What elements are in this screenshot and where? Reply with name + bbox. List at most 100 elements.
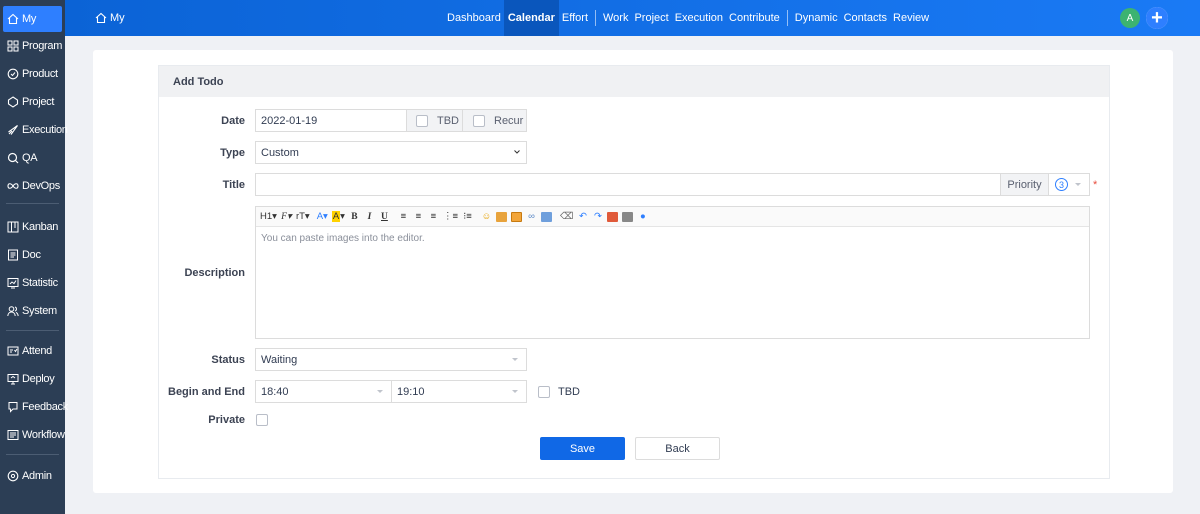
nav-contribute[interactable]: Contribute xyxy=(726,0,783,36)
sidebar-item-feedback[interactable]: Feedback xyxy=(3,394,68,420)
sidebar-item-qa[interactable]: QA xyxy=(3,145,62,171)
home-icon xyxy=(95,12,107,24)
title-label: Title xyxy=(222,179,245,191)
editor-toolbar: H1 ▾ F ▾ rT ▾ A ▾ A ▾ B I U ≡ ≡ ≡ ⋮≡ ⁝≡ ☺ ∞ ⌫… xyxy=(256,207,1089,227)
back-button[interactable]: Back xyxy=(635,437,720,460)
template-icon[interactable] xyxy=(622,211,634,222)
code-icon[interactable] xyxy=(540,211,552,222)
sidebar-divider xyxy=(6,330,59,331)
sidebar-item-kanban[interactable]: Kanban xyxy=(3,214,62,240)
chevron-down-icon xyxy=(514,150,520,154)
create-button[interactable]: + xyxy=(1146,7,1168,29)
sidebar-item-attend[interactable]: Attend xyxy=(3,338,62,364)
redo-icon[interactable]: ↷ xyxy=(592,211,603,223)
product-icon xyxy=(6,68,19,81)
sidebar-item-label: Doc xyxy=(22,249,41,261)
private-toggle[interactable] xyxy=(256,414,268,429)
system-icon xyxy=(6,305,19,318)
sidebar-item-project[interactable]: Project xyxy=(3,89,62,115)
sidebar-item-label: Workflow xyxy=(22,429,65,441)
sidebar-item-label: Kanban xyxy=(22,221,59,233)
nav-dashboard[interactable]: Dashboard xyxy=(444,0,504,36)
nav-contacts[interactable]: Contacts xyxy=(841,0,890,36)
fullscreen-icon[interactable] xyxy=(607,211,619,222)
nav-execution[interactable]: Execution xyxy=(672,0,726,36)
sidebar-item-workflow[interactable]: Workflow xyxy=(3,422,65,448)
top-bar: My Dashboard Calendar Effort Work Projec… xyxy=(65,0,1200,36)
heading-button[interactable]: H1 ▾ xyxy=(260,211,277,223)
sidebar: My Program Product Project Execution QA … xyxy=(0,0,68,514)
font-family-button[interactable]: F ▾ xyxy=(281,211,292,223)
sidebar-item-program[interactable]: Program xyxy=(3,33,62,59)
highlight-button[interactable]: A ▾ xyxy=(331,211,345,223)
chevron-down-icon xyxy=(512,358,518,361)
priority-select[interactable]: 3 xyxy=(1048,173,1090,196)
begin-time-select[interactable]: 18:40 xyxy=(255,380,392,403)
kanban-icon xyxy=(6,221,19,234)
image-icon[interactable] xyxy=(495,211,507,222)
underline-button[interactable]: U xyxy=(379,211,390,223)
nav-dynamic[interactable]: Dynamic xyxy=(792,0,841,36)
required-marker: * xyxy=(1093,179,1098,191)
sidebar-item-my[interactable]: My xyxy=(3,6,62,32)
nav-work[interactable]: Work xyxy=(600,0,631,36)
end-time-select[interactable]: 19:10 xyxy=(391,380,527,403)
sidebar-item-label: Program xyxy=(22,40,63,52)
sidebar-item-devops[interactable]: DevOps xyxy=(3,173,62,199)
bold-button[interactable]: B xyxy=(349,211,360,223)
date-tbd-checkbox[interactable] xyxy=(416,114,428,127)
date-tbd-toggle[interactable]: TBD xyxy=(406,109,463,132)
type-select[interactable]: Custom xyxy=(255,141,527,164)
sidebar-item-doc[interactable]: Doc xyxy=(3,242,62,268)
sidebar-item-label: My xyxy=(22,13,37,25)
sidebar-item-statistic[interactable]: Statistic xyxy=(3,270,62,296)
avatar[interactable]: A xyxy=(1120,8,1140,28)
title-input[interactable] xyxy=(255,173,1001,196)
qa-icon xyxy=(6,152,19,165)
breadcrumb-home[interactable]: My xyxy=(95,0,125,36)
sidebar-item-label: Statistic xyxy=(22,277,58,289)
align-center-icon[interactable]: ≡ xyxy=(413,211,424,223)
sidebar-item-deploy[interactable]: Deploy xyxy=(3,366,62,392)
sidebar-item-label: Admin xyxy=(22,470,52,482)
help-icon[interactable]: ● xyxy=(637,211,648,223)
recur-toggle[interactable]: Recur xyxy=(462,109,527,132)
undo-icon[interactable]: ↶ xyxy=(577,211,588,223)
recur-checkbox[interactable] xyxy=(473,114,485,127)
private-checkbox[interactable] xyxy=(256,414,268,426)
nav-calendar[interactable]: Calendar xyxy=(503,0,559,36)
ordered-list-icon[interactable]: ⋮≡ xyxy=(443,211,458,223)
sidebar-item-admin[interactable]: Admin xyxy=(3,463,62,489)
doc-icon xyxy=(6,249,19,262)
align-left-icon[interactable]: ≡ xyxy=(398,211,409,223)
link-icon[interactable]: ∞ xyxy=(526,211,537,223)
description-editor[interactable]: H1 ▾ F ▾ rT ▾ A ▾ A ▾ B I U ≡ ≡ ≡ ⋮≡ ⁝≡ ☺ ∞ ⌫… xyxy=(255,206,1090,339)
attend-icon xyxy=(6,345,19,358)
date-tbd-label: TBD xyxy=(437,114,459,127)
sidebar-item-label: DevOps xyxy=(22,180,60,192)
italic-button[interactable]: I xyxy=(364,211,375,223)
date-input[interactable]: 2022-01-19 xyxy=(255,109,407,132)
statistic-icon xyxy=(6,277,19,290)
time-tbd-toggle[interactable]: TBD xyxy=(538,386,580,398)
emoji-icon[interactable]: ☺ xyxy=(481,211,492,223)
status-select[interactable]: Waiting xyxy=(255,348,527,371)
align-right-icon[interactable]: ≡ xyxy=(428,211,439,223)
breadcrumb-label: My xyxy=(110,12,125,24)
nav-effort[interactable]: Effort xyxy=(559,0,591,36)
table-icon[interactable] xyxy=(510,211,522,222)
sidebar-item-system[interactable]: System xyxy=(3,298,62,324)
time-tbd-checkbox[interactable] xyxy=(538,386,550,398)
status-label: Status xyxy=(211,354,245,366)
font-color-button[interactable]: A ▾ xyxy=(317,211,328,223)
sidebar-item-product[interactable]: Product xyxy=(3,61,62,87)
unordered-list-icon[interactable]: ⁝≡ xyxy=(462,211,473,223)
font-size-button[interactable]: rT ▾ xyxy=(296,211,310,223)
save-button[interactable]: Save xyxy=(540,437,625,460)
nav-review[interactable]: Review xyxy=(890,0,932,36)
sidebar-item-execution[interactable]: Execution xyxy=(3,117,68,143)
nav-project[interactable]: Project xyxy=(631,0,671,36)
type-value: Custom xyxy=(261,146,299,159)
eraser-icon[interactable]: ⌫ xyxy=(560,211,573,223)
grid-icon xyxy=(6,40,19,53)
